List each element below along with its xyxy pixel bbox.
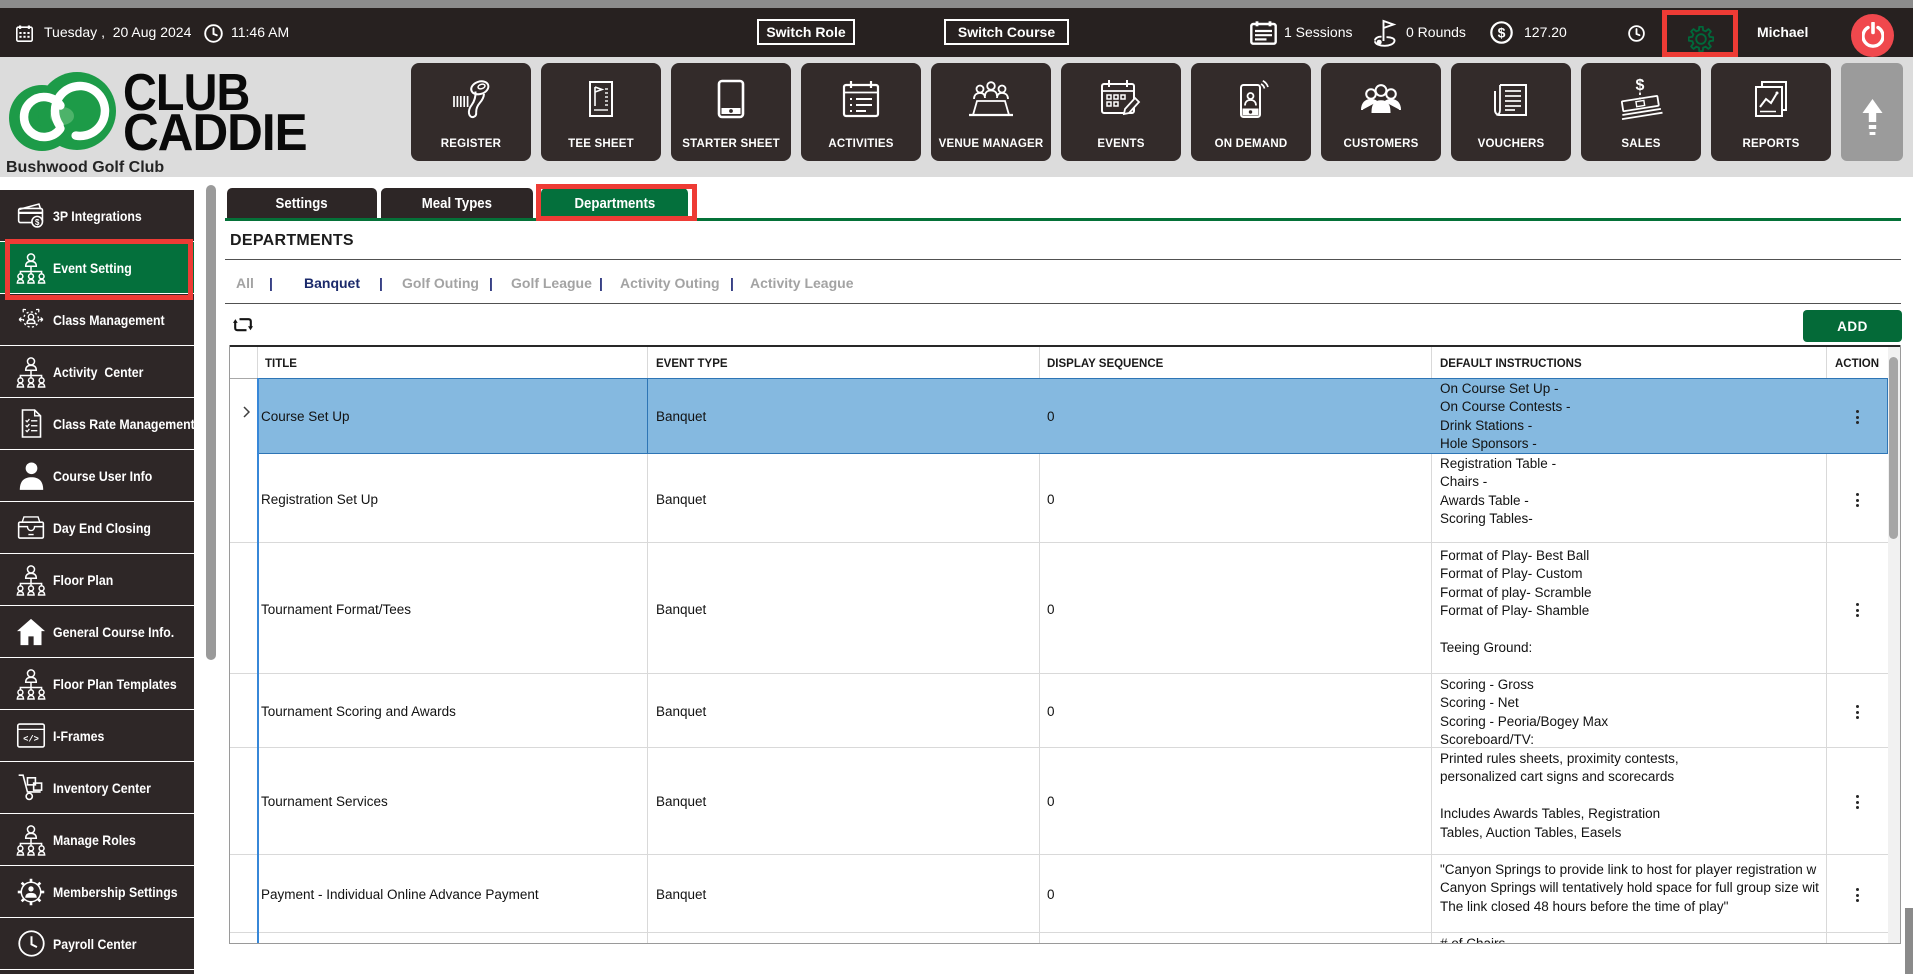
svg-text:$: $ (1636, 77, 1645, 94)
svg-text:$: $ (1498, 25, 1506, 41)
